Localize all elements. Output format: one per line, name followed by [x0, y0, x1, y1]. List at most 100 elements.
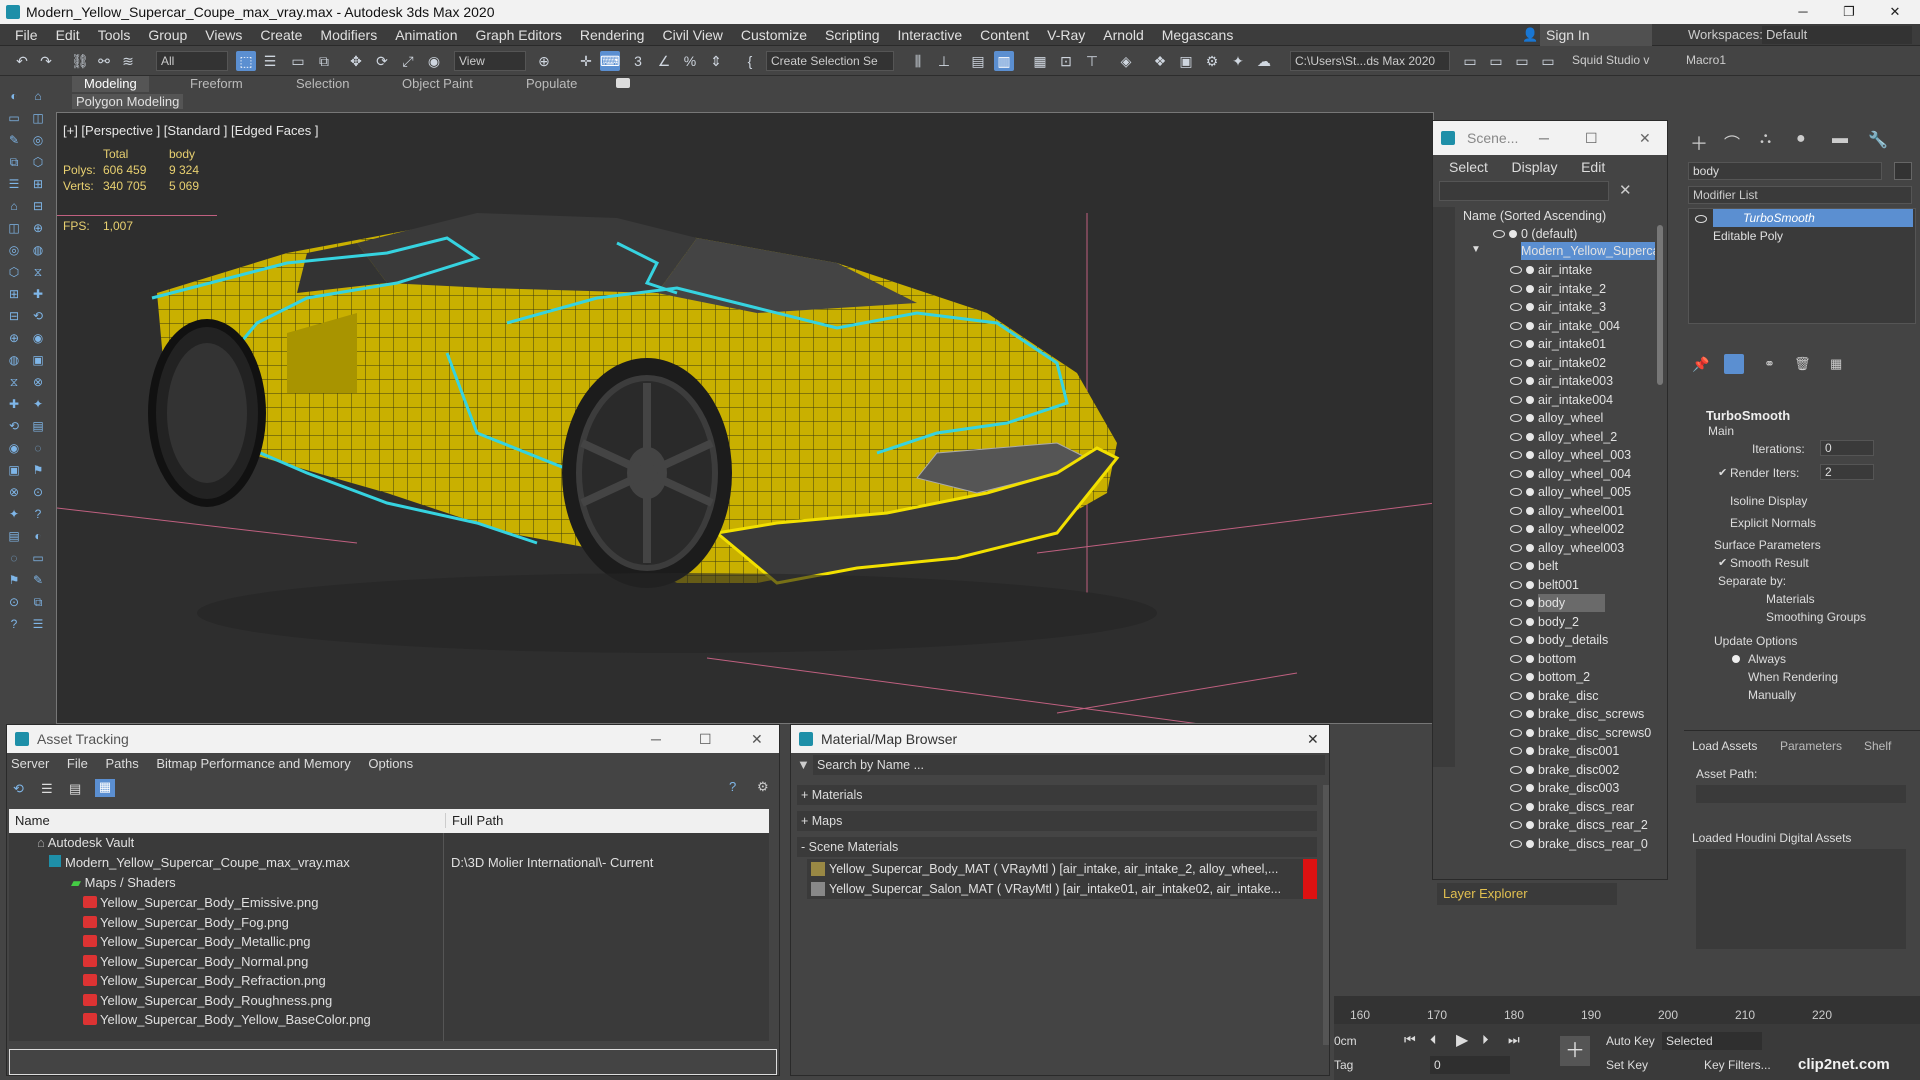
place-icon[interactable]: ◉: [424, 51, 444, 71]
eye-icon[interactable]: [1510, 395, 1522, 404]
material-item[interactable]: Yellow_Supercar_Body_MAT ( VRayMtl ) [ai…: [807, 859, 1317, 879]
asset-tracking-titlebar[interactable]: Asset Tracking ─ ☐ ✕: [7, 725, 779, 753]
render-production-icon[interactable]: ⚙: [1202, 51, 1222, 71]
tool-r-22-icon[interactable]: ✎: [30, 572, 46, 588]
object-color-swatch[interactable]: [1894, 162, 1912, 180]
tool-l-9-icon[interactable]: ⊞: [6, 286, 22, 302]
remove-modifier-icon[interactable]: 🗑: [1794, 356, 1811, 372]
tool-l-2-icon[interactable]: ✎: [6, 132, 22, 148]
create-tab-icon[interactable]: ＋: [1690, 130, 1708, 156]
eye-icon[interactable]: [1510, 432, 1522, 441]
eye-icon[interactable]: [1510, 617, 1522, 626]
asset-maximize-icon[interactable]: ☐: [699, 725, 712, 753]
material-browser-titlebar[interactable]: Material/Map Browser ✕: [791, 725, 1329, 753]
always-radio[interactable]: Always: [1748, 652, 1786, 666]
explicit-normals-checkbox[interactable]: Explicit Normals: [1730, 516, 1816, 530]
eye-icon[interactable]: [1510, 321, 1522, 330]
pin-stack-icon[interactable]: 📌: [1692, 356, 1709, 373]
scene-item[interactable]: brake_disc001: [1538, 742, 1619, 760]
tool-r-14-icon[interactable]: ✦: [30, 396, 46, 412]
tool-r-5-icon[interactable]: ⊟: [30, 198, 46, 214]
render-iters-spinner[interactable]: 2: [1820, 464, 1874, 480]
scene-item[interactable]: air_intake02: [1538, 354, 1606, 372]
project-path-dropdown[interactable]: C:\Users\St...ds Max 2020: [1290, 51, 1450, 71]
prev-frame-icon[interactable]: ⏴: [1430, 1032, 1437, 1048]
asset-file-row[interactable]: Yellow_Supercar_Body_Normal.png: [83, 954, 308, 969]
matb-options-icon[interactable]: ▼: [797, 757, 810, 772]
eye-icon[interactable]: [1510, 802, 1522, 811]
menu-views[interactable]: Views: [196, 24, 251, 46]
tool-l-7-icon[interactable]: ◎: [6, 242, 22, 258]
scene-item[interactable]: air_intake: [1538, 261, 1592, 279]
tool-r-20-icon[interactable]: ◐: [30, 528, 46, 544]
tool-l-16-icon[interactable]: ◉: [6, 440, 22, 456]
tool-l-15-icon[interactable]: ⟲: [6, 418, 22, 434]
maximize-button[interactable]: ❐: [1826, 0, 1872, 24]
minimize-button[interactable]: ─: [1780, 0, 1826, 24]
render-online-icon[interactable]: ☁: [1254, 51, 1274, 71]
scale-icon[interactable]: ⤢: [398, 51, 418, 71]
eye-icon[interactable]: [1510, 839, 1522, 848]
rect-selection-icon[interactable]: ▭: [288, 51, 308, 71]
align-icon[interactable]: ⊥: [934, 51, 954, 71]
asset-file-row[interactable]: Yellow_Supercar_Body_Refraction.png: [83, 973, 326, 988]
col-path-header[interactable]: Full Path: [445, 813, 503, 828]
scene-item[interactable]: air_intake_004: [1538, 317, 1620, 335]
eye-icon[interactable]: [1510, 284, 1522, 293]
tool-r-17-icon[interactable]: ⚑: [30, 462, 46, 478]
materials-checkbox[interactable]: Materials: [1766, 592, 1815, 606]
go-to-start-icon[interactable]: ⏮: [1404, 1032, 1416, 1048]
menu-rendering[interactable]: Rendering: [571, 24, 654, 46]
play-icon[interactable]: ▶: [1456, 1030, 1468, 1050]
auto-key-button[interactable]: Auto Key: [1606, 1034, 1655, 1048]
redo-icon[interactable]: ↷: [36, 51, 56, 71]
tool-r-18-icon[interactable]: ⊙: [30, 484, 46, 500]
asset-menu-bitmap[interactable]: Bitmap Performance and Memory: [156, 756, 350, 771]
tool-l-4-icon[interactable]: ☰: [6, 176, 22, 192]
stack-item-editable-poly[interactable]: Editable Poly: [1713, 227, 1783, 245]
display-tab-icon[interactable]: ▬: [1832, 130, 1848, 148]
iterations-spinner[interactable]: 0: [1820, 440, 1874, 456]
scene-item[interactable]: alloy_wheel_2: [1538, 428, 1617, 446]
eye-icon[interactable]: [1510, 636, 1522, 644]
modifier-list-dropdown[interactable]: Modifier List: [1688, 186, 1912, 204]
asset-file-row[interactable]: Yellow_Supercar_Body_Fog.png: [83, 915, 289, 930]
eye-icon[interactable]: [1493, 230, 1505, 238]
undo-icon[interactable]: ↶: [12, 51, 32, 71]
refresh-icon[interactable]: ⟲: [13, 781, 29, 797]
curve-editor-icon[interactable]: ⊡: [1056, 51, 1076, 71]
menu-animation[interactable]: Animation: [386, 24, 466, 46]
render-iterative-icon[interactable]: ✦: [1228, 51, 1248, 71]
viewport-label[interactable]: [+] [Perspective ] [Standard ] [Edged Fa…: [63, 123, 318, 138]
section-maps[interactable]: + Maps: [797, 811, 1317, 831]
tool-l-6-icon[interactable]: ◫: [6, 220, 22, 236]
reference-coordinate-dropdown[interactable]: View: [454, 51, 526, 71]
menu-arnold[interactable]: Arnold: [1094, 24, 1152, 46]
macro-tab[interactable]: Macro1: [1686, 53, 1726, 67]
scene-item[interactable]: alloy_wheel_005: [1538, 483, 1631, 501]
smooth-result-check-icon[interactable]: ✔: [1718, 556, 1727, 569]
when-rendering-radio[interactable]: When Rendering: [1748, 670, 1838, 684]
studio-tab[interactable]: Squid Studio v: [1572, 53, 1649, 67]
select-object-icon[interactable]: ⬚: [236, 51, 256, 71]
material-item[interactable]: Yellow_Supercar_Salon_MAT ( VRayMtl ) [a…: [807, 879, 1317, 899]
tool-l-24-icon[interactable]: ?: [6, 616, 22, 632]
tool-r-21-icon[interactable]: ▭: [30, 550, 46, 566]
max-file-row[interactable]: Modern_Yellow_Supercar_Coupe_max_vray.ma…: [49, 855, 350, 870]
menu-civil-view[interactable]: Civil View: [653, 24, 731, 46]
bind-spacewarp-icon[interactable]: ≋: [118, 51, 138, 71]
settings-icon[interactable]: ⚙: [757, 779, 769, 795]
scene-item[interactable]: brake_disc_screws0: [1538, 724, 1651, 742]
workspace-dropdown[interactable]: Default: [1762, 26, 1912, 44]
menu-group[interactable]: Group: [139, 24, 196, 46]
tool-l-23-icon[interactable]: ⊙: [6, 594, 22, 610]
toggle-ribbon-icon[interactable]: ▦: [1030, 51, 1050, 71]
scene-item[interactable]: brake_discs_rear: [1538, 798, 1634, 816]
tool-r-23-icon[interactable]: ⧉: [30, 594, 46, 610]
toggle-layer-explorer-icon[interactable]: ▥: [994, 51, 1014, 71]
make-unique-icon[interactable]: ⚭: [1764, 356, 1775, 372]
scene-item[interactable]: air_intake_3: [1538, 298, 1606, 316]
tool-l-12-icon[interactable]: ◍: [6, 352, 22, 368]
menu-megascans[interactable]: Megascans: [1153, 24, 1243, 46]
table-view-icon[interactable]: ▦: [95, 779, 115, 797]
